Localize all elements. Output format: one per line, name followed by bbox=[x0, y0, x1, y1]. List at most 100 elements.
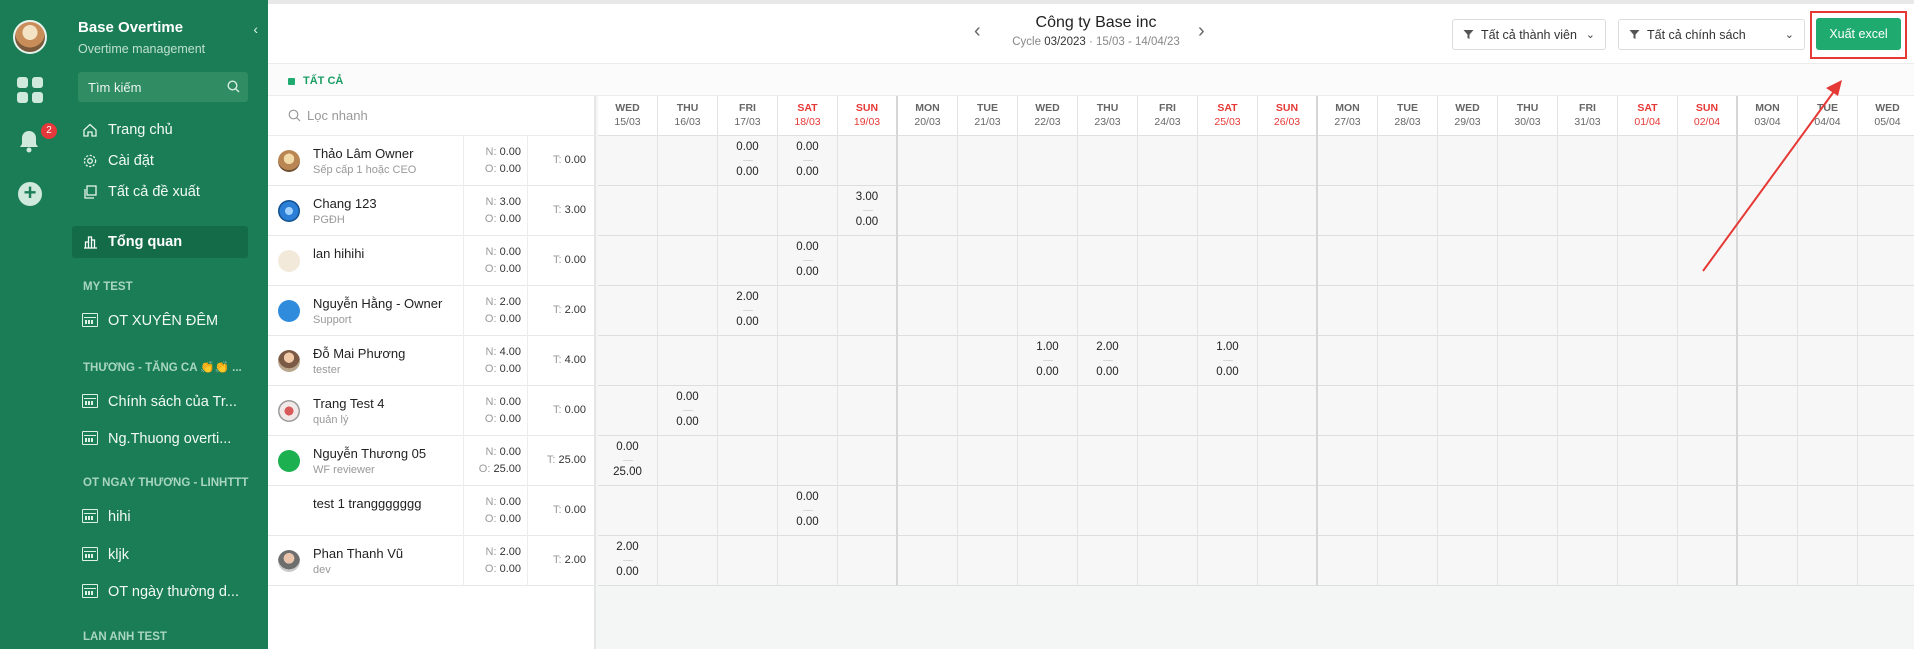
day-cell[interactable] bbox=[958, 186, 1018, 236]
day-cell[interactable] bbox=[598, 486, 658, 536]
day-cell[interactable] bbox=[658, 486, 718, 536]
day-cell[interactable] bbox=[1498, 536, 1558, 586]
day-cell[interactable] bbox=[1558, 136, 1618, 186]
employee-row[interactable]: Trang Test 4 quản lý N: 0.00 O: 0.00 T: … bbox=[268, 386, 594, 436]
day-cell[interactable] bbox=[1198, 186, 1258, 236]
day-cell[interactable] bbox=[1318, 236, 1378, 286]
day-cell[interactable] bbox=[1798, 436, 1858, 486]
day-cell[interactable]: 2.00 0.00 bbox=[598, 536, 658, 586]
day-cell[interactable] bbox=[1078, 386, 1138, 436]
day-cell[interactable] bbox=[1678, 336, 1738, 386]
sidebar-item-policy[interactable]: OT XUYÊN ĐÊM bbox=[72, 305, 248, 337]
day-cell[interactable] bbox=[1858, 236, 1914, 286]
day-cell[interactable] bbox=[1078, 136, 1138, 186]
day-cell[interactable] bbox=[598, 136, 658, 186]
day-cell[interactable] bbox=[1678, 236, 1738, 286]
day-cell[interactable] bbox=[958, 486, 1018, 536]
day-cell[interactable] bbox=[958, 286, 1018, 336]
day-cell[interactable] bbox=[1018, 286, 1078, 336]
day-cell[interactable] bbox=[1018, 236, 1078, 286]
day-cell[interactable] bbox=[958, 336, 1018, 386]
day-cell[interactable] bbox=[1318, 436, 1378, 486]
day-cell[interactable] bbox=[838, 536, 898, 586]
day-cell[interactable] bbox=[1378, 236, 1438, 286]
day-cell[interactable] bbox=[1618, 386, 1678, 436]
day-cell[interactable] bbox=[1858, 186, 1914, 236]
day-cell[interactable] bbox=[1378, 386, 1438, 436]
employee-name[interactable]: Chang 123 bbox=[313, 196, 377, 211]
day-cell[interactable] bbox=[1858, 336, 1914, 386]
day-cell[interactable] bbox=[1558, 336, 1618, 386]
day-cell[interactable] bbox=[1678, 136, 1738, 186]
day-cell[interactable] bbox=[1798, 386, 1858, 436]
day-cell[interactable] bbox=[958, 436, 1018, 486]
day-cell[interactable] bbox=[1318, 536, 1378, 586]
day-cell[interactable] bbox=[1498, 186, 1558, 236]
day-cell[interactable] bbox=[658, 136, 718, 186]
day-cell[interactable] bbox=[718, 486, 778, 536]
day-cell[interactable] bbox=[1258, 336, 1318, 386]
day-cell[interactable] bbox=[1078, 286, 1138, 336]
day-cell[interactable] bbox=[1018, 136, 1078, 186]
day-cell[interactable] bbox=[1198, 236, 1258, 286]
day-cell[interactable] bbox=[898, 486, 958, 536]
day-cell[interactable] bbox=[718, 386, 778, 436]
day-cell[interactable] bbox=[1258, 486, 1318, 536]
day-cell[interactable] bbox=[1498, 436, 1558, 486]
day-cell[interactable] bbox=[1858, 286, 1914, 336]
day-cell[interactable] bbox=[1738, 286, 1798, 336]
day-cell[interactable] bbox=[1438, 136, 1498, 186]
quick-filter-input[interactable]: Lọc nhanh bbox=[268, 96, 594, 136]
day-cell[interactable] bbox=[1018, 186, 1078, 236]
day-cell[interactable] bbox=[1618, 436, 1678, 486]
export-excel-button[interactable]: Xuất excel bbox=[1816, 18, 1901, 50]
sidebar-item-overview[interactable]: Tổng quan bbox=[72, 226, 248, 258]
day-cell[interactable] bbox=[778, 536, 838, 586]
day-cell[interactable] bbox=[1618, 136, 1678, 186]
day-cell[interactable] bbox=[1318, 186, 1378, 236]
day-cell[interactable] bbox=[1078, 536, 1138, 586]
day-cell[interactable] bbox=[1258, 436, 1318, 486]
day-cell[interactable] bbox=[718, 436, 778, 486]
day-cell[interactable] bbox=[1138, 186, 1198, 236]
day-cell[interactable] bbox=[1858, 386, 1914, 436]
day-cell[interactable] bbox=[1498, 286, 1558, 336]
tag-all[interactable]: TẤT CẢ bbox=[288, 75, 343, 87]
employee-name[interactable]: test 1 tranggggggg bbox=[313, 496, 421, 511]
day-cell[interactable] bbox=[658, 336, 718, 386]
day-cell[interactable] bbox=[778, 286, 838, 336]
day-cell[interactable] bbox=[718, 236, 778, 286]
day-cell[interactable] bbox=[958, 136, 1018, 186]
day-cell[interactable] bbox=[1438, 386, 1498, 436]
day-cell[interactable] bbox=[658, 536, 718, 586]
day-cell[interactable] bbox=[1378, 336, 1438, 386]
day-cell[interactable] bbox=[778, 186, 838, 236]
day-cell[interactable] bbox=[1738, 486, 1798, 536]
day-cell[interactable] bbox=[1678, 186, 1738, 236]
add-icon[interactable]: + bbox=[18, 182, 42, 206]
employee-row[interactable]: Nguyễn Hằng - Owner Support N: 2.00 O: 0… bbox=[268, 286, 594, 336]
employee-name[interactable]: Thảo Lâm Owner bbox=[313, 146, 413, 161]
day-cell[interactable] bbox=[838, 386, 898, 436]
day-cell[interactable] bbox=[1198, 486, 1258, 536]
sidebar-item-policy[interactable]: Chính sách của Tr... bbox=[72, 386, 248, 418]
day-cell[interactable] bbox=[1198, 386, 1258, 436]
day-cell[interactable] bbox=[838, 286, 898, 336]
day-cell[interactable] bbox=[1678, 536, 1738, 586]
day-cell[interactable]: 2.00 0.00 bbox=[718, 286, 778, 336]
day-cell[interactable] bbox=[1378, 136, 1438, 186]
day-cell[interactable] bbox=[958, 236, 1018, 286]
user-avatar[interactable] bbox=[13, 20, 47, 54]
day-cell[interactable] bbox=[1198, 286, 1258, 336]
day-cell[interactable] bbox=[1378, 486, 1438, 536]
day-cell[interactable] bbox=[1618, 236, 1678, 286]
day-cell[interactable] bbox=[1738, 336, 1798, 386]
day-cell[interactable] bbox=[1138, 536, 1198, 586]
day-cell[interactable] bbox=[718, 336, 778, 386]
day-cell[interactable] bbox=[1138, 286, 1198, 336]
day-cell[interactable] bbox=[898, 186, 958, 236]
day-cell[interactable] bbox=[598, 236, 658, 286]
day-cell[interactable] bbox=[1318, 386, 1378, 436]
day-cell[interactable]: 0.00 0.00 bbox=[778, 486, 838, 536]
day-cell[interactable] bbox=[898, 286, 958, 336]
